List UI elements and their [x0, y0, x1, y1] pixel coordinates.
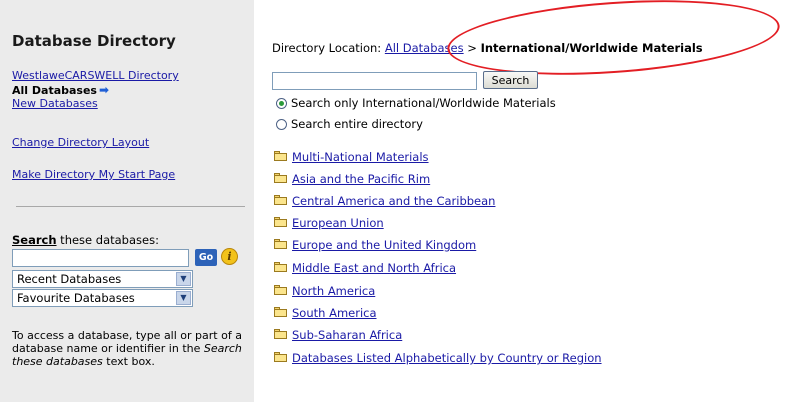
sidebar-item-change-directory-layout[interactable]: Change Directory Layout — [12, 136, 149, 150]
category-sub-saharan-africa[interactable]: Sub-Saharan Africa — [274, 328, 402, 342]
go-button[interactable]: Go — [195, 249, 217, 266]
category-multi-national-materials[interactable]: Multi-National Materials — [274, 150, 429, 164]
sidebar-item-westlawecarswell-directory[interactable]: WestlaweCARSWELL Directory — [12, 69, 179, 83]
search-label-bold: Search — [12, 233, 57, 247]
category-link[interactable]: North America — [292, 284, 375, 298]
directory-search-input[interactable] — [272, 72, 477, 90]
folder-icon — [274, 172, 287, 183]
category-link[interactable]: Europe and the United Kingdom — [292, 238, 476, 252]
radio-selected-icon[interactable] — [276, 97, 287, 109]
search-button[interactable]: Search — [483, 71, 538, 89]
help-text: To access a database, type all or part o… — [12, 329, 242, 368]
folder-icon — [274, 284, 287, 295]
folder-icon — [274, 216, 287, 227]
category-link[interactable]: Middle East and North Africa — [292, 261, 456, 275]
divider — [16, 206, 245, 207]
favourite-databases-value: Favourite Databases — [17, 291, 135, 305]
category-asia-pacific-rim[interactable]: Asia and the Pacific Rim — [274, 172, 430, 186]
category-south-america[interactable]: South America — [274, 306, 377, 320]
category-link[interactable]: Asia and the Pacific Rim — [292, 172, 430, 186]
radio-label: Search only International/Worldwide Mate… — [291, 96, 556, 110]
sidebar-title: Database Directory — [12, 32, 176, 50]
radio-label: Search entire directory — [291, 117, 423, 131]
breadcrumb-label: Directory Location: — [272, 41, 385, 55]
folder-icon — [274, 238, 287, 249]
category-databases-alphabetical[interactable]: Databases Listed Alphabetically by Count… — [274, 351, 602, 365]
favourite-databases-select[interactable]: Favourite Databases ▼ — [12, 289, 193, 307]
chevron-down-icon[interactable]: ▼ — [176, 291, 191, 305]
folder-icon — [274, 328, 287, 339]
radio-search-current-category[interactable]: Search only International/Worldwide Mate… — [276, 96, 556, 110]
arrow-right-icon: ➡ — [98, 83, 110, 97]
folder-icon — [274, 194, 287, 205]
category-link[interactable]: European Union — [292, 216, 384, 230]
recent-databases-value: Recent Databases — [17, 272, 122, 286]
chevron-down-icon[interactable]: ▼ — [176, 272, 191, 286]
category-middle-east-north-africa[interactable]: Middle East and North Africa — [274, 261, 456, 275]
folder-icon — [274, 351, 287, 362]
database-search-label: Search these databases: — [12, 233, 159, 247]
sidebar-item-new-databases[interactable]: New Databases — [12, 97, 98, 111]
sidebar-item-all-databases: All Databases ➡ — [12, 83, 109, 98]
category-north-america[interactable]: North America — [274, 284, 375, 298]
help-text-part2: text box. — [102, 355, 155, 368]
radio-unselected-icon[interactable] — [276, 118, 287, 130]
category-european-union[interactable]: European Union — [274, 216, 384, 230]
category-link[interactable]: Sub-Saharan Africa — [292, 328, 402, 342]
sidebar: Database Directory WestlaweCARSWELL Dire… — [0, 0, 254, 402]
category-europe-united-kingdom[interactable]: Europe and the United Kingdom — [274, 238, 476, 252]
database-search-input[interactable] — [12, 249, 189, 267]
folder-icon — [274, 261, 287, 272]
search-label-rest: these databases: — [56, 233, 159, 247]
info-icon[interactable]: i — [221, 248, 238, 265]
sidebar-item-label: All Databases — [12, 84, 97, 97]
folder-icon — [274, 150, 287, 161]
folder-icon — [274, 306, 287, 317]
category-central-america-caribbean[interactable]: Central America and the Caribbean — [274, 194, 495, 208]
category-link[interactable]: South America — [292, 306, 377, 320]
category-link[interactable]: Central America and the Caribbean — [292, 194, 495, 208]
sidebar-item-make-directory-start-page[interactable]: Make Directory My Start Page — [12, 168, 175, 182]
category-link[interactable]: Databases Listed Alphabetically by Count… — [292, 351, 602, 365]
recent-databases-select[interactable]: Recent Databases ▼ — [12, 270, 193, 288]
radio-search-entire-directory[interactable]: Search entire directory — [276, 117, 423, 131]
category-link[interactable]: Multi-National Materials — [292, 150, 429, 164]
